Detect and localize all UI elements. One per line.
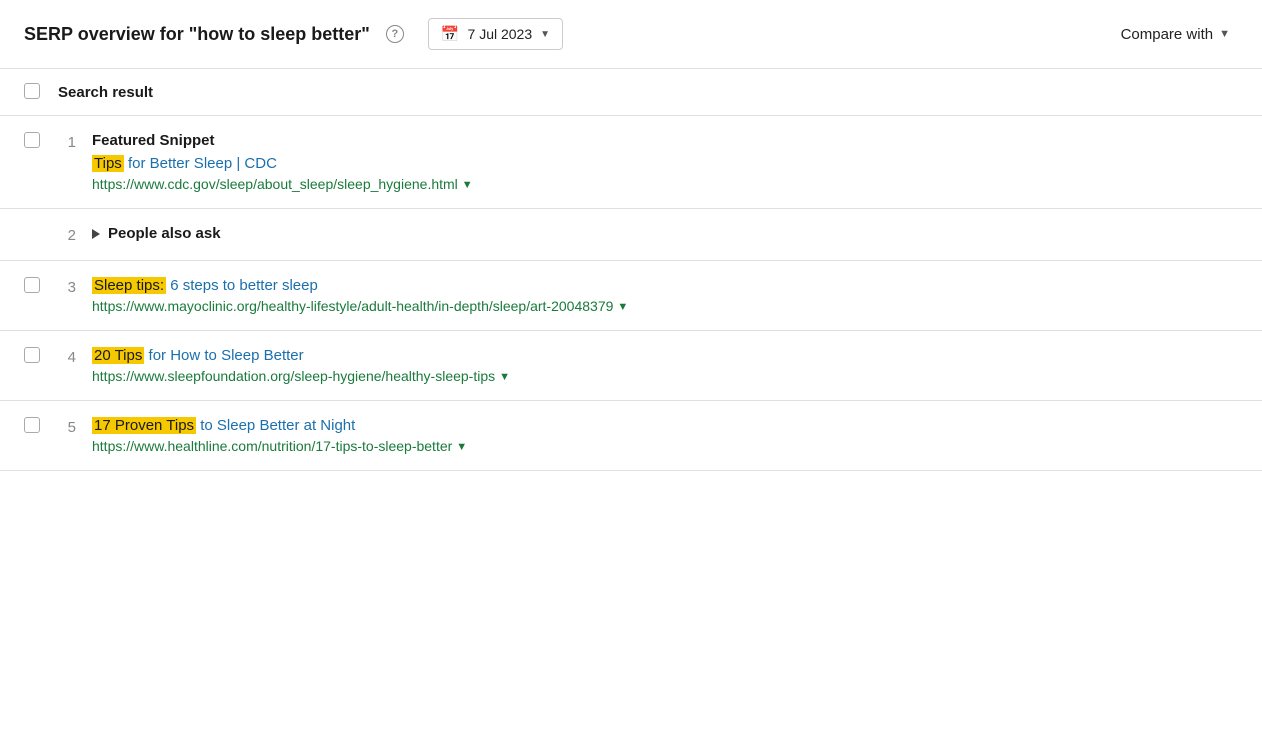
row-3-url-chevron-icon[interactable]: ▼ (617, 301, 628, 313)
search-result-column-label: Search result (58, 84, 153, 101)
row-1-url: https://www.cdc.gov/sleep/about_sleep/sl… (92, 176, 1238, 192)
row-3-title-link[interactable]: Sleep tips: 6 steps to better sleep (92, 277, 318, 294)
row-5-title: 17 Proven Tips to Sleep Better at Night (92, 417, 1238, 434)
table-row: 2 People also ask (0, 209, 1262, 261)
row-4-title: 20 Tips for How to Sleep Better (92, 347, 1238, 364)
row-4-checkbox-wrap[interactable] (24, 347, 42, 365)
page-header: SERP overview for "how to sleep better" … (0, 0, 1262, 69)
row-4-title-link[interactable]: 20 Tips for How to Sleep Better (92, 347, 304, 364)
row-3-content: Sleep tips: 6 steps to better sleep http… (92, 277, 1238, 314)
row-1-content: Featured Snippet Tips for Better Sleep |… (92, 132, 1238, 192)
row-1-title-link[interactable]: Tips for Better Sleep | CDC (92, 155, 277, 172)
row-3-number: 3 (58, 277, 76, 296)
row-3-url: https://www.mayoclinic.org/healthy-lifes… (92, 298, 1238, 314)
row-5-checkbox-wrap[interactable] (24, 417, 42, 435)
paa-text: People also ask (108, 225, 221, 242)
calendar-icon: 📅 (441, 25, 460, 43)
row-1-checkbox[interactable] (24, 132, 40, 148)
compare-label: Compare with (1121, 26, 1214, 43)
row-5-title-highlight: 17 Proven Tips (92, 417, 196, 434)
date-picker-button[interactable]: 📅 7 Jul 2023 ▼ (428, 18, 563, 50)
date-chevron-icon: ▼ (540, 29, 550, 40)
row-1-title-highlight: Tips (92, 155, 124, 172)
people-also-ask-label: People also ask (92, 225, 1238, 242)
row-4-url-chevron-icon[interactable]: ▼ (499, 371, 510, 383)
row-5-title-link[interactable]: 17 Proven Tips to Sleep Better at Night (92, 417, 355, 434)
header-checkbox-wrap[interactable] (24, 83, 42, 101)
compare-with-button[interactable]: Compare with ▼ (1113, 20, 1238, 49)
date-label: 7 Jul 2023 (468, 26, 533, 42)
table-row: 5 17 Proven Tips to Sleep Better at Nigh… (0, 401, 1262, 471)
row-5-title-rest: to Sleep Better at Night (196, 417, 355, 434)
row-1-number: 1 (58, 132, 76, 151)
row-5-number: 5 (58, 417, 76, 436)
row-3-checkbox[interactable] (24, 277, 40, 293)
row-3-title: Sleep tips: 6 steps to better sleep (92, 277, 1238, 294)
row-4-title-highlight: 20 Tips (92, 347, 144, 364)
table-row: 3 Sleep tips: 6 steps to better sleep ht… (0, 261, 1262, 331)
row-2-content: People also ask (92, 225, 1238, 242)
row-1-url-chevron-icon[interactable]: ▼ (462, 179, 473, 191)
row-3-url-link[interactable]: https://www.mayoclinic.org/healthy-lifes… (92, 298, 613, 314)
row-4-url-link[interactable]: https://www.sleepfoundation.org/sleep-hy… (92, 368, 495, 384)
select-all-checkbox[interactable] (24, 83, 40, 99)
row-1-type: Featured Snippet (92, 132, 1238, 149)
page-title: SERP overview for "how to sleep better" (24, 24, 370, 45)
row-3-checkbox-wrap[interactable] (24, 277, 42, 295)
row-2-checkbox-placeholder (24, 225, 42, 243)
row-2-number: 2 (58, 225, 76, 244)
row-4-content: 20 Tips for How to Sleep Better https://… (92, 347, 1238, 384)
table-row: 4 20 Tips for How to Sleep Better https:… (0, 331, 1262, 401)
row-5-checkbox[interactable] (24, 417, 40, 433)
row-1-title-rest: for Better Sleep | CDC (124, 155, 277, 172)
compare-chevron-icon: ▼ (1219, 28, 1230, 40)
row-1-title: Tips for Better Sleep | CDC (92, 155, 1238, 172)
row-4-title-rest: for How to Sleep Better (144, 347, 303, 364)
help-icon[interactable]: ? (386, 25, 404, 43)
row-1-url-link[interactable]: https://www.cdc.gov/sleep/about_sleep/sl… (92, 176, 458, 192)
row-3-title-rest: 6 steps to better sleep (166, 277, 318, 294)
table-header-row: Search result (0, 69, 1262, 116)
table-row: 1 Featured Snippet Tips for Better Sleep… (0, 116, 1262, 209)
row-4-url: https://www.sleepfoundation.org/sleep-hy… (92, 368, 1238, 384)
row-5-url-chevron-icon[interactable]: ▼ (456, 441, 467, 453)
row-5-url: https://www.healthline.com/nutrition/17-… (92, 438, 1238, 454)
row-3-title-highlight: Sleep tips: (92, 277, 166, 294)
row-4-number: 4 (58, 347, 76, 366)
expand-triangle-icon[interactable] (92, 229, 100, 239)
row-5-url-link[interactable]: https://www.healthline.com/nutrition/17-… (92, 438, 452, 454)
row-4-checkbox[interactable] (24, 347, 40, 363)
row-1-checkbox-wrap[interactable] (24, 132, 42, 150)
row-5-content: 17 Proven Tips to Sleep Better at Night … (92, 417, 1238, 454)
